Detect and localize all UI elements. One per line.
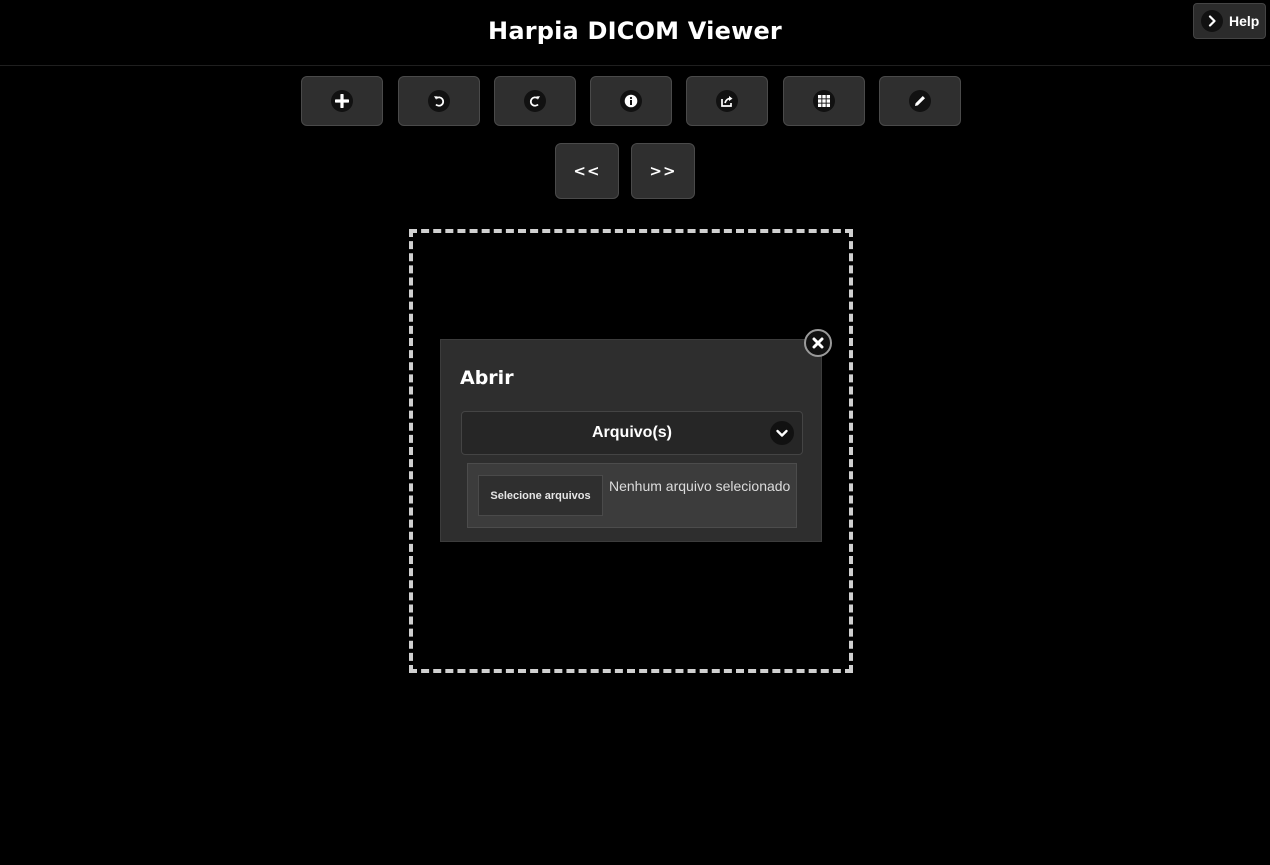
app-title: Harpia DICOM Viewer xyxy=(488,17,782,45)
help-label: Help xyxy=(1229,13,1260,29)
undo-icon xyxy=(428,90,450,112)
plus-icon xyxy=(331,90,353,112)
dialog-title: Abrir xyxy=(460,367,514,389)
dialog-close-button[interactable] xyxy=(804,329,832,357)
header: Harpia DICOM Viewer xyxy=(0,0,1270,66)
undo-button[interactable] xyxy=(398,76,480,126)
select-files-button[interactable]: Selecione arquivos xyxy=(478,475,603,516)
export-button[interactable] xyxy=(686,76,768,126)
open-dialog: Abrir Arquivo(s) Selecione arquivos Nenh… xyxy=(440,339,822,542)
redo-button[interactable] xyxy=(494,76,576,126)
redo-icon xyxy=(524,90,546,112)
export-icon xyxy=(716,90,738,112)
pencil-icon xyxy=(909,90,931,112)
close-icon xyxy=(812,337,824,349)
chevron-right-icon xyxy=(1201,10,1223,32)
add-button[interactable] xyxy=(301,76,383,126)
grid-icon xyxy=(813,90,835,112)
previous-button[interactable]: << xyxy=(555,143,619,199)
chevron-down-icon xyxy=(770,421,794,445)
source-select[interactable]: Arquivo(s) xyxy=(461,411,803,455)
layout-grid-button[interactable] xyxy=(783,76,865,126)
source-select-value: Arquivo(s) xyxy=(592,424,672,441)
info-icon xyxy=(620,90,642,112)
next-button[interactable]: >> xyxy=(631,143,695,199)
file-status-text: Nenhum arquivo selecionado xyxy=(609,478,791,494)
file-input: Selecione arquivos Nenhum arquivo seleci… xyxy=(467,463,797,528)
annotate-button[interactable] xyxy=(879,76,961,126)
help-button[interactable]: Help xyxy=(1193,3,1266,39)
info-button[interactable] xyxy=(590,76,672,126)
